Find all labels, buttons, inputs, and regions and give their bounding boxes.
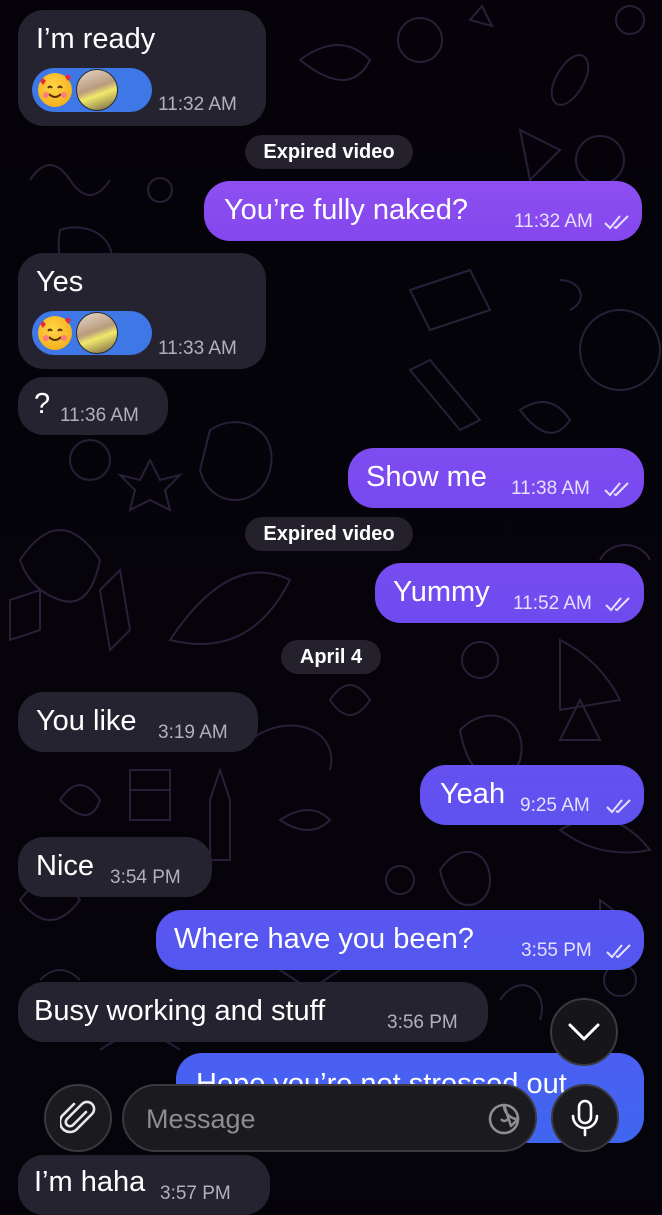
incoming-message[interactable]: Yes 11:33 AM [18,253,266,369]
paperclip-icon [60,1100,96,1134]
voice-message-button[interactable] [551,1084,619,1152]
incoming-message[interactable]: Nice 3:54 PM [18,837,212,897]
incoming-message[interactable]: ? 11:36 AM [18,377,168,435]
date-separator-text: April 4 [299,646,363,668]
date-separator: April 4 [281,640,381,674]
service-message-text: Expired video [263,141,395,163]
message-text: Where have you been? [174,923,474,955]
sender-avatar [76,312,118,354]
message-time: 11:32 AM [514,211,593,232]
message-time: 11:38 AM [511,478,590,499]
read-double-check-icon [606,799,631,814]
incoming-message[interactable]: I’m ready 11:32 AM [18,10,266,126]
smiling-face-with-hearts-icon [38,316,72,350]
service-message-expired-video: Expired video [245,135,413,169]
message-text: Busy working and stuff [34,995,326,1027]
message-text: You like [36,705,137,737]
message-text: You’re fully naked? [224,194,468,226]
message-text: Yeah [440,778,506,810]
scroll-to-bottom-button[interactable] [550,998,618,1066]
message-time: 11:32 AM [158,94,237,115]
message-time: 3:19 AM [158,722,228,743]
message-time: 11:36 AM [60,405,139,426]
outgoing-message[interactable]: Yummy 11:52 AM [375,563,644,623]
service-message-text: Expired video [263,523,395,545]
incoming-message[interactable]: You like 3:19 AM [18,692,258,752]
message-time: 3:55 PM [521,940,592,961]
chevron-down-icon [568,1023,600,1041]
message-time: 11:33 AM [158,338,237,359]
sender-avatar [76,69,118,111]
chat-message-list[interactable]: I’m ready 11:32 AM Expired video You’re … [0,0,662,1215]
outgoing-message[interactable]: You’re fully naked? 11:32 AM [204,181,642,241]
outgoing-message[interactable]: Yeah 9:25 AM [420,765,644,825]
message-input-bar [0,1070,662,1200]
read-double-check-icon [605,597,630,612]
message-text: Show me [366,461,487,493]
read-double-check-icon [604,215,629,230]
message-text: Yummy [393,576,490,608]
service-message-expired-video: Expired video [245,517,413,551]
microphone-icon [571,1099,599,1137]
message-reactions[interactable] [32,311,152,355]
message-time: 9:25 AM [520,795,590,816]
read-double-check-icon [604,482,629,497]
smiling-face-with-hearts-icon [38,73,72,107]
message-time: 3:54 PM [110,867,181,888]
message-reactions[interactable] [32,68,152,112]
incoming-message[interactable]: Busy working and stuff 3:56 PM [18,982,488,1042]
attach-button[interactable] [44,1084,112,1152]
read-double-check-icon [606,944,631,959]
message-text: ? [34,388,51,420]
message-time: 11:52 AM [513,593,592,614]
message-input[interactable] [144,1098,478,1140]
message-text: Nice [36,850,95,882]
message-text: Yes [36,266,84,298]
sticker-icon[interactable] [487,1102,521,1136]
message-text: I’m ready [36,23,156,55]
message-time: 3:56 PM [387,1012,458,1033]
outgoing-message[interactable]: Where have you been? 3:55 PM [156,910,644,970]
message-field[interactable] [122,1084,537,1152]
outgoing-message[interactable]: Show me 11:38 AM [348,448,644,508]
